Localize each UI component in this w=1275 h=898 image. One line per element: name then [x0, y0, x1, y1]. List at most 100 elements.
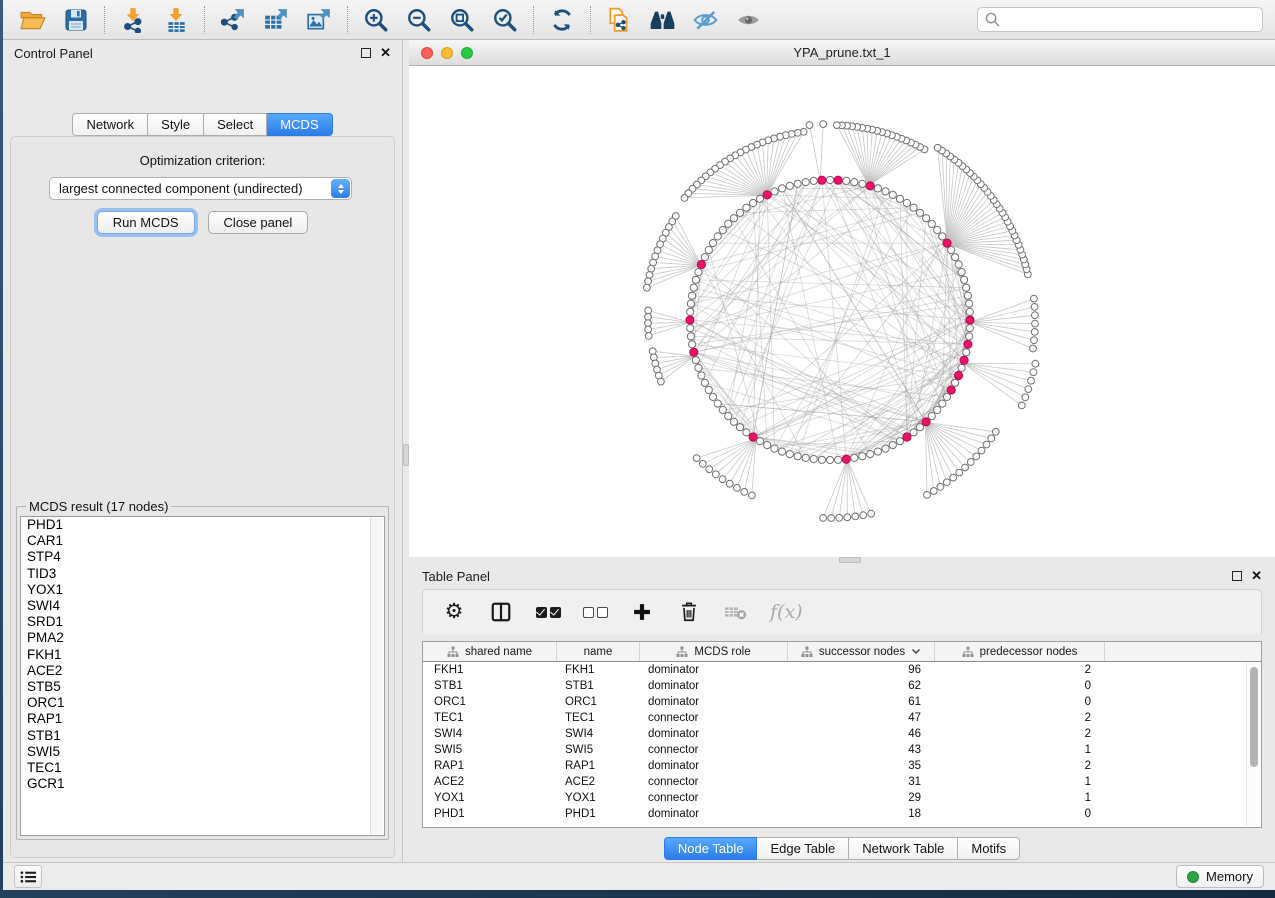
import-network-button[interactable]: [115, 3, 151, 37]
mcds-result-item[interactable]: RAP1: [21, 711, 384, 727]
tab-style[interactable]: Style: [148, 113, 204, 136]
create-column-button[interactable]: [629, 599, 655, 625]
column-header-name[interactable]: name: [557, 642, 640, 661]
table-scrollbar[interactable]: [1246, 663, 1260, 826]
mcds-result-item[interactable]: SRD1: [21, 614, 384, 630]
search-input[interactable]: [1005, 12, 1255, 27]
table-cell: 29: [788, 790, 935, 806]
tab-mcds[interactable]: MCDS: [267, 113, 332, 136]
mcds-result-item[interactable]: PMA2: [21, 630, 384, 646]
tab-node-table[interactable]: Node Table: [664, 837, 758, 860]
network-canvas[interactable]: [409, 66, 1275, 557]
table-row[interactable]: TEC1TEC1connector472: [423, 710, 1261, 726]
table-row[interactable]: ACE2ACE2connector311: [423, 774, 1261, 790]
column-header-predecessor-nodes[interactable]: predecessor nodes: [935, 642, 1105, 661]
tab-network[interactable]: Network: [72, 113, 148, 136]
window-close-icon[interactable]: [421, 47, 433, 59]
table-row[interactable]: PHD1PHD1dominator180: [423, 806, 1261, 822]
table-row[interactable]: FKH1FKH1dominator962: [423, 662, 1261, 678]
select-all-columns-button[interactable]: [535, 599, 561, 625]
table-cell: [1105, 758, 1261, 774]
node-table: shared name name: [422, 641, 1262, 828]
column-header-shared-name[interactable]: shared name: [423, 642, 557, 661]
control-panel-tabs: Network Style Select MCDS: [3, 113, 402, 136]
import-table-button[interactable]: [158, 3, 194, 37]
table-row[interactable]: YOX1YOX1connector291: [423, 790, 1261, 806]
control-panel: Control Panel ✕ Network Style Select MCD…: [3, 40, 403, 862]
table-cell: PHD1: [423, 806, 557, 822]
export-table-button[interactable]: [258, 3, 294, 37]
zoom-fit-button[interactable]: [444, 3, 480, 37]
show-columns-button[interactable]: [488, 599, 514, 625]
tab-edge-table[interactable]: Edge Table: [757, 837, 849, 860]
mcds-result-item[interactable]: TEC1: [21, 760, 384, 776]
mcds-list-scrollbar[interactable]: [370, 518, 383, 834]
hide-selected-button[interactable]: [687, 3, 723, 37]
table-cell: 31: [788, 774, 935, 790]
zoom-selected-button[interactable]: [487, 3, 523, 37]
export-image-button[interactable]: [301, 3, 337, 37]
close-panel-icon[interactable]: ✕: [380, 48, 391, 58]
float-panel-icon[interactable]: [1232, 571, 1242, 581]
memory-button[interactable]: Memory: [1176, 865, 1264, 888]
column-header-successor-nodes[interactable]: successor nodes: [788, 642, 935, 661]
unselect-all-columns-button[interactable]: [582, 599, 608, 625]
table-settings-button[interactable]: ⚙: [441, 599, 467, 625]
close-panel-icon[interactable]: ✕: [1251, 571, 1262, 581]
zoom-out-button[interactable]: [401, 3, 437, 37]
new-network-from-selection-button[interactable]: [601, 3, 637, 37]
delete-selected-rows-button[interactable]: [676, 599, 702, 625]
mcds-result-item[interactable]: SWI4: [21, 598, 384, 614]
mcds-result-item[interactable]: STP4: [21, 549, 384, 565]
mcds-result-item[interactable]: ACE2: [21, 663, 384, 679]
mcds-result-item[interactable]: CAR1: [21, 533, 384, 549]
table-cell: SWI5: [423, 742, 557, 758]
float-panel-icon[interactable]: [361, 48, 371, 58]
mcds-result-item[interactable]: STB1: [21, 728, 384, 744]
table-row[interactable]: RAP1RAP1dominator352: [423, 758, 1261, 774]
zoom-in-button[interactable]: [358, 3, 394, 37]
column-tree-icon: [447, 646, 459, 658]
right-column: YPA_prune.txt_1 Table Panel: [409, 40, 1275, 862]
function-builder-button: f(x): [770, 599, 803, 625]
window-minimize-icon[interactable]: [441, 47, 453, 59]
table-row[interactable]: STB1STB1dominator620: [423, 678, 1261, 694]
close-panel-button[interactable]: Close panel: [208, 211, 309, 234]
mcds-result-item[interactable]: STB5: [21, 679, 384, 695]
clone-network-icon: [606, 7, 632, 33]
window-zoom-icon[interactable]: [461, 47, 473, 59]
binoculars-icon: [649, 7, 676, 33]
apply-layout-button[interactable]: [544, 3, 580, 37]
save-session-button[interactable]: [58, 3, 94, 37]
optimization-criterion-label: Optimization criterion:: [11, 153, 394, 168]
run-mcds-button[interactable]: Run MCDS: [97, 211, 195, 234]
tab-select[interactable]: Select: [204, 113, 267, 136]
mcds-result-item[interactable]: PHD1: [21, 517, 384, 533]
export-table-icon: [263, 7, 289, 33]
mcds-result-item[interactable]: TID3: [21, 566, 384, 582]
table-row[interactable]: SWI4SWI4dominator462: [423, 726, 1261, 742]
table-cell: dominator: [640, 678, 788, 694]
table-row[interactable]: SWI5SWI5connector431: [423, 742, 1261, 758]
show-log-button[interactable]: [14, 865, 42, 888]
column-header-mcds-role[interactable]: MCDS role: [640, 642, 788, 661]
refresh-icon: [549, 7, 575, 33]
export-network-button[interactable]: [215, 3, 251, 37]
mcds-result-item[interactable]: GCR1: [21, 776, 384, 792]
mcds-result-item[interactable]: SWI5: [21, 744, 384, 760]
first-neighbors-button[interactable]: [644, 3, 680, 37]
mcds-result-item[interactable]: FKH1: [21, 647, 384, 663]
tab-network-table[interactable]: Network Table: [849, 837, 958, 860]
network-graph: [409, 66, 1275, 557]
table-scrollbar-thumb[interactable]: [1250, 667, 1258, 767]
optimization-criterion-dropdown[interactable]: largest connected component (undirected): [49, 177, 352, 200]
mcds-result-item[interactable]: YOX1: [21, 582, 384, 598]
open-session-button[interactable]: [15, 3, 51, 37]
network-window-titlebar: YPA_prune.txt_1: [409, 40, 1275, 66]
network-window-title: YPA_prune.txt_1: [409, 45, 1275, 60]
table-cell: [1105, 726, 1261, 742]
table-row[interactable]: ORC1ORC1dominator610: [423, 694, 1261, 710]
show-all-button[interactable]: [730, 3, 766, 37]
mcds-result-item[interactable]: ORC1: [21, 695, 384, 711]
tab-motifs[interactable]: Motifs: [958, 837, 1020, 860]
